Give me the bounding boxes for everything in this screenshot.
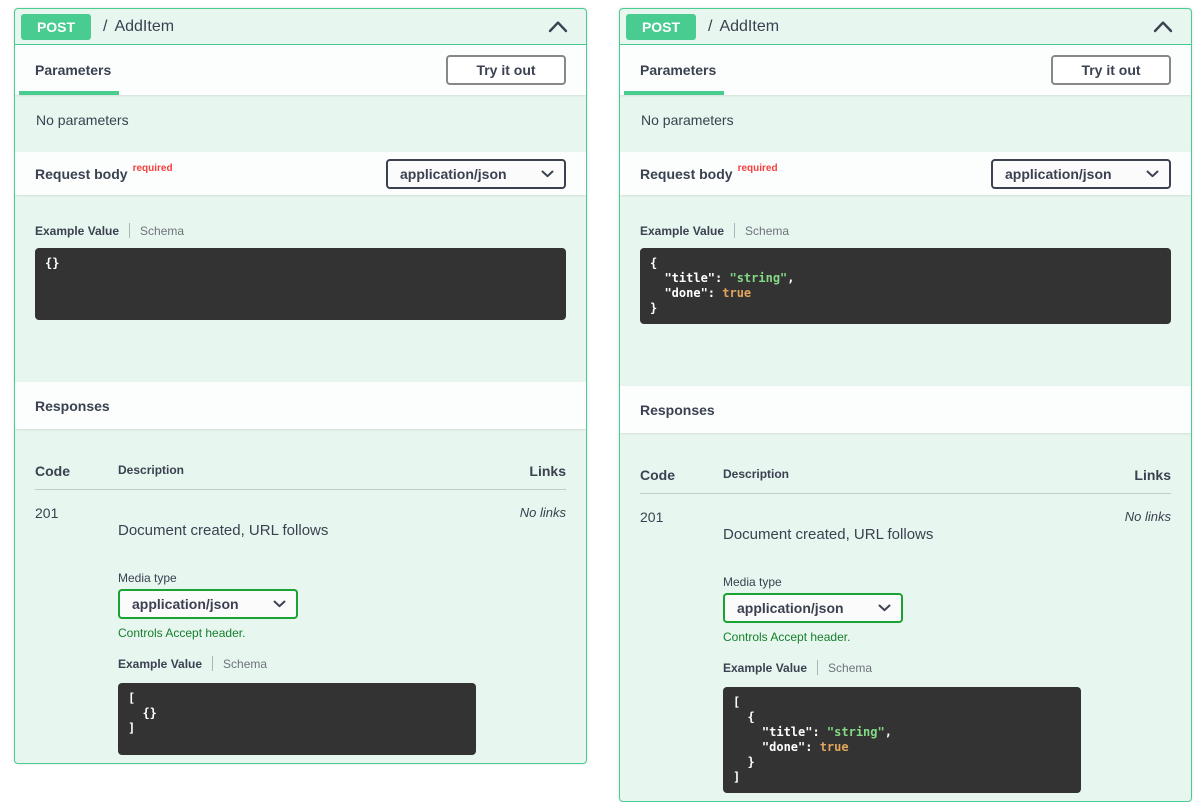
responses-section: Code Description Links 201 Document crea… [15,429,586,763]
links-column-header: Links [1081,467,1171,483]
opblock-post: POST / AddItem Parameters Try it out No … [619,8,1192,802]
required-badge: required [738,163,778,174]
tab-divider [129,223,130,238]
parameters-header: Parameters Try it out [15,45,586,95]
method-badge: POST [21,14,91,40]
response-row: 201 Document created, URL follows Media … [35,490,566,755]
try-it-out-button[interactable]: Try it out [446,55,566,85]
response-table-header: Code Description Links [35,449,566,490]
collapse-button[interactable] [1151,18,1175,35]
response-links: No links [476,505,566,755]
content-type-select[interactable]: application/json [991,159,1171,189]
parameters-header: Parameters Try it out [620,45,1191,95]
example-value-tab[interactable]: Example Value [723,661,807,675]
responses-header: Responses [15,382,586,429]
response-code: 201 [640,509,723,793]
schema-tab[interactable]: Schema [745,224,789,238]
response-table-header: Code Description Links [640,453,1171,494]
opblock-post: POST / AddItem Parameters Try it out No … [14,8,587,764]
try-it-out-button[interactable]: Try it out [1051,55,1171,85]
response-example-code: [ {}] [118,683,476,755]
schema-tab[interactable]: Schema [223,657,267,671]
response-description: Document created, URL follows [118,522,476,539]
responses-title: Responses [35,398,110,414]
collapse-button[interactable] [546,18,570,35]
media-type-select[interactable]: application/json [118,589,298,619]
example-value-tab[interactable]: Example Value [640,224,724,238]
opblock-summary[interactable]: POST / AddItem [620,9,1191,45]
accept-header-note: Controls Accept header. [118,626,476,640]
media-type-label: Media type [723,575,1081,589]
response-links: No links [1081,509,1171,793]
response-description: Document created, URL follows [723,526,1081,543]
request-body-header: Request body required application/json [620,152,1191,195]
request-body-section: Example Value Schema {} [15,223,586,382]
parameters-title: Parameters [640,62,716,78]
path-name: AddItem [719,18,779,36]
tab-divider [734,223,735,238]
endpoint-path: / AddItem [708,18,779,36]
tab-divider [817,660,818,675]
active-tab-underline [19,91,119,95]
active-tab-underline [624,91,724,95]
responses-header: Responses [620,386,1191,433]
operations-row: POST / AddItem Parameters Try it out No … [0,0,1200,802]
method-badge: POST [626,14,696,40]
request-example-code: {} [35,248,566,320]
media-type-select-wrap: application/json [723,593,903,623]
example-tabs: Example Value Schema [35,223,566,238]
request-example-code: { "title": "string", "done": true} [640,248,1171,324]
chevron-up-icon [548,20,568,33]
path-name: AddItem [114,18,174,36]
required-badge: required [133,163,173,174]
request-body-title: Request body [35,166,128,182]
code-column-header: Code [35,463,118,479]
response-row: 201 Document created, URL follows Media … [640,494,1171,793]
description-column-header: Description [118,463,476,479]
no-parameters-text: No parameters [620,95,1191,152]
no-parameters-text: No parameters [15,95,586,152]
request-body-title: Request body [640,166,733,182]
tab-divider [212,656,213,671]
schema-tab[interactable]: Schema [828,661,872,675]
links-column-header: Links [476,463,566,479]
parameters-title: Parameters [35,62,111,78]
media-type-select-wrap: application/json [118,589,298,619]
request-body-section: Example Value Schema { "title": "string"… [620,223,1191,386]
example-value-tab[interactable]: Example Value [35,224,119,238]
path-separator: / [708,18,712,36]
endpoint-path: / AddItem [103,18,174,36]
example-tabs: Example Value Schema [723,660,1081,675]
content-type-select-wrap: application/json [991,159,1171,189]
responses-title: Responses [640,402,715,418]
schema-tab[interactable]: Schema [140,224,184,238]
accept-header-note: Controls Accept header. [723,630,1081,644]
path-separator: / [103,18,107,36]
chevron-up-icon [1153,20,1173,33]
content-type-select-wrap: application/json [386,159,566,189]
example-tabs: Example Value Schema [118,656,476,671]
media-type-label: Media type [118,571,476,585]
example-tabs: Example Value Schema [640,223,1171,238]
code-column-header: Code [640,467,723,483]
response-description-cell: Document created, URL follows Media type… [118,505,476,755]
responses-section: Code Description Links 201 Document crea… [620,433,1191,801]
example-value-tab[interactable]: Example Value [118,657,202,671]
description-column-header: Description [723,467,1081,483]
media-type-select[interactable]: application/json [723,593,903,623]
opblock-summary[interactable]: POST / AddItem [15,9,586,45]
response-code: 201 [35,505,118,755]
response-example-code: [ { "title": "string", "done": true }] [723,687,1081,793]
request-body-header: Request body required application/json [15,152,586,195]
content-type-select[interactable]: application/json [386,159,566,189]
response-description-cell: Document created, URL follows Media type… [723,509,1081,793]
